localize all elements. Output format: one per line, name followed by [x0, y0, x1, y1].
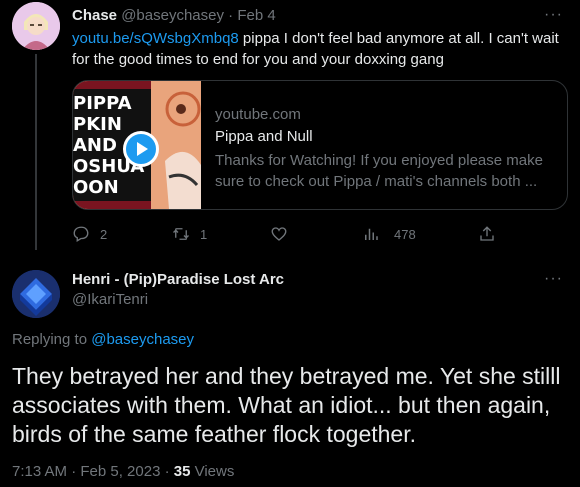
display-name[interactable]: Chase [72, 7, 117, 24]
tweet-timestamp[interactable]: 7:13 AM · Feb 5, 2023 · [12, 463, 174, 480]
separator: · [223, 7, 238, 24]
card-thumbnail: PIPPA PKIN AND OSHUA OON [73, 81, 201, 209]
like-button[interactable] [270, 224, 298, 244]
play-icon[interactable] [123, 131, 159, 167]
retweet-button[interactable]: 1 [172, 224, 207, 244]
reply-button[interactable]: 2 [72, 224, 107, 244]
tweet-link[interactable]: youtu.be/sQWsbgXmbq8 [72, 30, 239, 47]
views-label: Views [190, 463, 235, 480]
tweet-date[interactable]: Feb 4 [237, 7, 275, 24]
card-domain: youtube.com [215, 106, 301, 123]
tweet-text: youtu.be/sQWsbgXmbq8 pippa I don't feel … [72, 28, 562, 70]
views-button[interactable]: 478 [362, 224, 416, 244]
more-icon[interactable]: ··· [544, 270, 563, 288]
views-icon [365, 228, 378, 240]
views-count: 478 [394, 226, 416, 242]
display-name[interactable]: Henri - (Pip)Paradise Lost Arc [72, 271, 284, 288]
retweet-icon [173, 228, 189, 240]
reply-icon [73, 226, 89, 242]
tweet-metadata: 7:13 AM · Feb 5, 2023 · 35 Views [12, 463, 234, 480]
tweet-header: Chase @baseychasey · Feb 4 [72, 7, 276, 24]
card-description: Thanks for Watching! If you enjoyed plea… [215, 152, 543, 190]
replying-to-link[interactable]: @baseychasey [91, 331, 194, 348]
handle[interactable]: @IkariTenri [72, 291, 148, 308]
replying-to: Replying to @baseychasey [12, 331, 194, 348]
card-title: Pippa and Null [215, 128, 313, 145]
avatar[interactable] [12, 270, 60, 318]
more-icon[interactable]: ··· [544, 6, 563, 24]
link-card[interactable]: PIPPA PKIN AND OSHUA OON youtube.com Pip… [72, 80, 568, 210]
share-button[interactable] [478, 224, 496, 244]
retweet-count: 1 [200, 226, 208, 242]
reply-text: They betrayed her and they betrayed me. … [12, 363, 561, 447]
like-icon [271, 227, 287, 241]
avatar[interactable] [12, 2, 60, 50]
thread-line [35, 54, 37, 250]
views-count: 35 [173, 463, 191, 480]
handle[interactable]: @baseychasey [121, 7, 224, 24]
share-icon [480, 226, 494, 241]
reply-count: 2 [100, 226, 108, 242]
